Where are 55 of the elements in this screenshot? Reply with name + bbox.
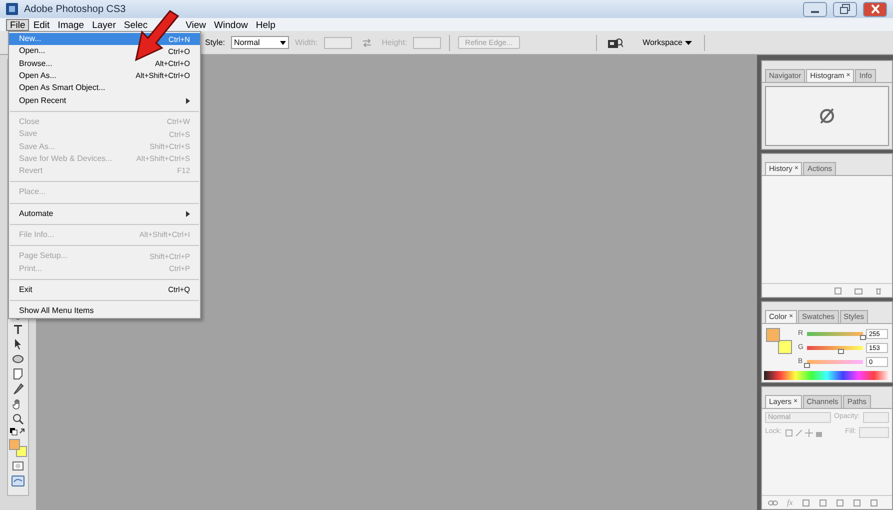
menu-entry[interactable]: Open As Smart Object... xyxy=(9,82,200,94)
menu-item[interactable]: Image xyxy=(54,18,88,30)
note-icon xyxy=(12,368,24,380)
eyedropper-icon xyxy=(12,383,24,395)
menu-item[interactable]: Selec xyxy=(120,18,152,30)
menu-item[interactable]: Layer xyxy=(88,18,120,30)
width-field[interactable] xyxy=(324,36,352,48)
background-color-swatch[interactable] xyxy=(778,340,792,354)
slider-thumb[interactable] xyxy=(804,363,810,368)
height-label: Height: xyxy=(382,36,408,48)
lock-options-icon xyxy=(784,428,823,436)
opacity-field[interactable] xyxy=(862,412,889,423)
swap-arrows-icon xyxy=(362,38,372,46)
no-data-icon xyxy=(817,106,837,126)
fill-field[interactable] xyxy=(859,427,889,438)
menu-item[interactable]: File xyxy=(6,18,30,30)
menu-item[interactable]: Edit xyxy=(29,18,54,30)
submenu-arrow-icon xyxy=(186,98,190,104)
dropdown-arrow-icon xyxy=(280,40,286,44)
menu-entry[interactable]: Show All Menu Items xyxy=(9,305,200,318)
zoom-icon xyxy=(12,413,24,425)
link-icon xyxy=(768,500,778,506)
menu-item[interactable]: Window xyxy=(210,18,252,30)
menu-item[interactable]: View xyxy=(182,18,210,30)
width-label: Width: xyxy=(295,36,318,48)
workspace-icon xyxy=(606,36,623,48)
slider-thumb[interactable] xyxy=(860,335,866,340)
height-field[interactable] xyxy=(413,36,442,48)
minimize-button[interactable] xyxy=(803,2,827,16)
menu-item[interactable]: Help xyxy=(252,18,280,30)
menu-entry[interactable]: Automate xyxy=(9,208,200,220)
workspace-button[interactable]: Workspace xyxy=(642,36,692,48)
menu-entry[interactable]: Open Recent xyxy=(9,94,200,107)
foreground-color-swatch[interactable] xyxy=(9,439,20,450)
ellipse-icon xyxy=(12,353,24,365)
close-icon xyxy=(870,4,880,14)
type-tool-icon xyxy=(12,323,24,335)
foreground-color-swatch[interactable] xyxy=(766,328,780,342)
screen-mode-icon xyxy=(11,475,25,487)
style-label: Style: xyxy=(205,36,226,48)
restore-icon xyxy=(840,4,850,14)
slider-thumb[interactable] xyxy=(838,349,844,354)
style-dropdown[interactable]: Normal xyxy=(231,36,290,49)
app-logo-icon xyxy=(6,3,18,15)
window-title: Adobe Photoshop CS3 xyxy=(24,2,126,16)
close-button[interactable] xyxy=(863,2,887,16)
dropdown-arrow-icon xyxy=(685,40,692,44)
color-spectrum-bar[interactable] xyxy=(764,371,890,380)
restore-button[interactable] xyxy=(833,2,857,16)
default-colors-icon xyxy=(10,428,26,436)
arrow-cursor-icon xyxy=(12,338,24,350)
submenu-arrow-icon xyxy=(186,210,190,217)
quick-mask-icon xyxy=(12,460,24,472)
minimize-icon xyxy=(811,10,819,12)
style-value: Normal xyxy=(234,36,260,48)
